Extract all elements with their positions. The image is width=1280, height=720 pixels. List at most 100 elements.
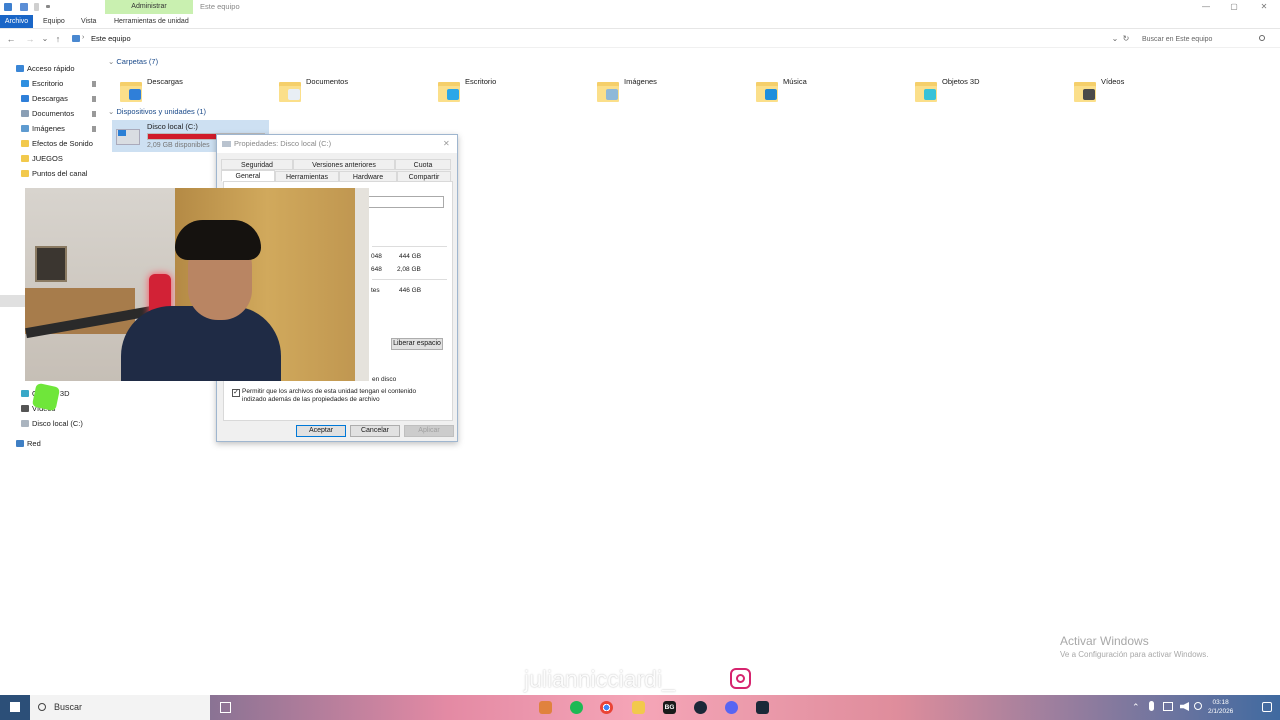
liberar-espacio-button[interactable]: Liberar espacio bbox=[391, 338, 443, 350]
drive-name-input[interactable] bbox=[368, 196, 444, 208]
drive-icon bbox=[222, 141, 231, 147]
volume-icon[interactable] bbox=[1180, 702, 1189, 711]
discord-icon[interactable] bbox=[725, 701, 738, 714]
pin-icon bbox=[92, 126, 96, 132]
dialog-title: Propiedades: Disco local (C:) bbox=[234, 139, 332, 148]
desktop-icon bbox=[21, 80, 29, 87]
chevron-down-icon: ⌄ bbox=[108, 57, 115, 66]
ribbon: Archivo Equipo Vista Herramientas de uni… bbox=[0, 14, 1280, 29]
forward-button[interactable]: → bbox=[24, 33, 36, 45]
folder-icon bbox=[756, 80, 778, 102]
nav-item-hidden[interactable] bbox=[0, 295, 25, 307]
nav-item-puntos-del-canal[interactable]: Puntos del canal bbox=[0, 167, 105, 180]
chrome-icon[interactable] bbox=[600, 701, 613, 714]
download-icon bbox=[21, 95, 29, 102]
folder-tile-objetos-3d[interactable]: Objetos 3D bbox=[915, 76, 1065, 110]
nav-item-imagenes[interactable]: Imágenes bbox=[0, 122, 105, 135]
image-icon bbox=[21, 125, 29, 132]
person-hair bbox=[175, 220, 261, 260]
person-shirt bbox=[121, 306, 281, 381]
contextual-tab-administrar[interactable]: Administrar bbox=[105, 0, 193, 14]
folder-tile-documentos[interactable]: Documentos bbox=[279, 76, 429, 110]
tab-equipo[interactable]: Equipo bbox=[43, 15, 65, 28]
nav-item-disco-local-c[interactable]: Disco local (C:) bbox=[0, 417, 105, 430]
divider bbox=[372, 279, 447, 280]
folders-header-label: Carpetas (7) bbox=[116, 57, 159, 66]
nav-item-juegos[interactable]: JUEGOS bbox=[0, 152, 105, 165]
language-icon[interactable] bbox=[1194, 702, 1202, 710]
maximize-button[interactable]: ▢ bbox=[1229, 2, 1239, 12]
tab-seguridad[interactable]: Seguridad bbox=[221, 159, 293, 170]
activate-windows-notice: Activar Windows Ve a Configuración para … bbox=[1060, 634, 1209, 659]
steam-app-icon[interactable] bbox=[756, 701, 769, 714]
recent-locations-button[interactable]: ⌄ bbox=[39, 33, 51, 45]
address-field[interactable]: › Este equipo ⌄ ↻ bbox=[68, 32, 1129, 46]
used-bytes-fragment: 048 bbox=[371, 253, 382, 260]
tab-archivo[interactable]: Archivo bbox=[0, 15, 33, 28]
nav-item-red[interactable]: Red bbox=[0, 437, 105, 450]
network-icon[interactable] bbox=[1163, 702, 1173, 711]
devices-header-label: Dispositivos y unidades (1) bbox=[116, 107, 207, 116]
nav-item-label: Red bbox=[27, 439, 41, 448]
nav-item-escritorio[interactable]: Escritorio bbox=[0, 77, 105, 90]
folder-tile-escritorio[interactable]: Escritorio bbox=[438, 76, 588, 110]
folder-tile-videos[interactable]: Vídeos bbox=[1074, 76, 1224, 110]
folders-section-header[interactable]: ⌄ Carpetas (7) bbox=[108, 57, 158, 66]
notifications-icon[interactable] bbox=[1262, 702, 1272, 712]
folder-icon bbox=[279, 80, 301, 102]
tab-vista[interactable]: Vista bbox=[81, 15, 96, 28]
folder-tile-descargas[interactable]: Descargas bbox=[120, 76, 270, 110]
spotify-icon[interactable] bbox=[570, 701, 583, 714]
tab-versiones-anteriores[interactable]: Versiones anteriores bbox=[293, 159, 395, 170]
refresh-button[interactable]: ↻ bbox=[1120, 33, 1132, 45]
start-button[interactable] bbox=[0, 695, 30, 720]
folder-icon bbox=[120, 80, 142, 102]
breadcrumb[interactable]: Este equipo bbox=[91, 33, 131, 45]
devices-section-header[interactable]: ⌄ Dispositivos y unidades (1) bbox=[108, 107, 206, 116]
drive-free-space: 2,09 GB disponibles bbox=[147, 142, 210, 149]
close-button[interactable]: ✕ bbox=[1259, 2, 1269, 12]
folder-tile-musica[interactable]: Música bbox=[756, 76, 906, 110]
steam-icon[interactable] bbox=[694, 701, 707, 714]
dialog-close-button[interactable]: ✕ bbox=[443, 139, 450, 148]
bg-icon[interactable]: BG bbox=[663, 701, 676, 714]
cancelar-button[interactable]: Cancelar bbox=[350, 425, 400, 437]
folder-icon[interactable] bbox=[34, 3, 39, 11]
folder-tile-imagenes[interactable]: Imágenes bbox=[597, 76, 747, 110]
folder-icon bbox=[438, 80, 460, 102]
checkmark-icon[interactable] bbox=[20, 3, 28, 11]
taskbar-clock[interactable]: 03:18 2/1/2026 bbox=[1208, 698, 1233, 716]
search-icon bbox=[38, 703, 46, 711]
chevron-down-icon[interactable] bbox=[46, 5, 50, 8]
folder-icon bbox=[21, 140, 29, 147]
tab-cuota[interactable]: Cuota bbox=[395, 159, 451, 170]
this-pc-icon bbox=[72, 35, 80, 42]
up-button[interactable]: ↑ bbox=[52, 33, 64, 45]
search-input[interactable]: Buscar en Este equipo bbox=[1135, 33, 1272, 46]
tray-chevron-up-icon[interactable]: ⌃ bbox=[1132, 702, 1140, 713]
task-view-icon[interactable] bbox=[220, 702, 231, 713]
nav-item-label: Efectos de Sonido bbox=[32, 139, 93, 148]
nav-item-label: Escritorio bbox=[32, 79, 64, 88]
nav-item-efectos-de-sonido[interactable]: Efectos de Sonido bbox=[0, 137, 105, 150]
nav-item-descargas[interactable]: Descargas bbox=[0, 92, 105, 105]
edge-icon[interactable] bbox=[539, 701, 552, 714]
minimize-button[interactable]: — bbox=[1201, 2, 1211, 12]
aplicar-button[interactable]: Aplicar bbox=[404, 425, 454, 437]
nav-item-label: Imágenes bbox=[32, 124, 65, 133]
index-checkbox[interactable]: ✓ bbox=[232, 389, 240, 397]
tab-herramientas-de-unidad[interactable]: Herramientas de unidad bbox=[114, 15, 189, 28]
microphone-icon[interactable] bbox=[1149, 701, 1154, 711]
activate-windows-subtitle: Ve a Configuración para activar Windows. bbox=[1060, 650, 1209, 659]
video-icon bbox=[21, 405, 29, 412]
nav-item-documentos[interactable]: Documentos bbox=[0, 107, 105, 120]
taskbar-search-input[interactable]: Buscar bbox=[30, 695, 210, 720]
back-button[interactable]: ← bbox=[5, 33, 17, 45]
pin-icon bbox=[92, 111, 96, 117]
folder-icon bbox=[21, 170, 29, 177]
file-explorer-icon[interactable] bbox=[632, 701, 645, 714]
capacity-bytes-fragment: tes bbox=[371, 287, 380, 294]
folder-icon bbox=[21, 155, 29, 162]
nav-item-acceso-rapido[interactable]: Acceso rápido bbox=[0, 62, 105, 75]
aceptar-button[interactable]: Aceptar bbox=[296, 425, 346, 437]
